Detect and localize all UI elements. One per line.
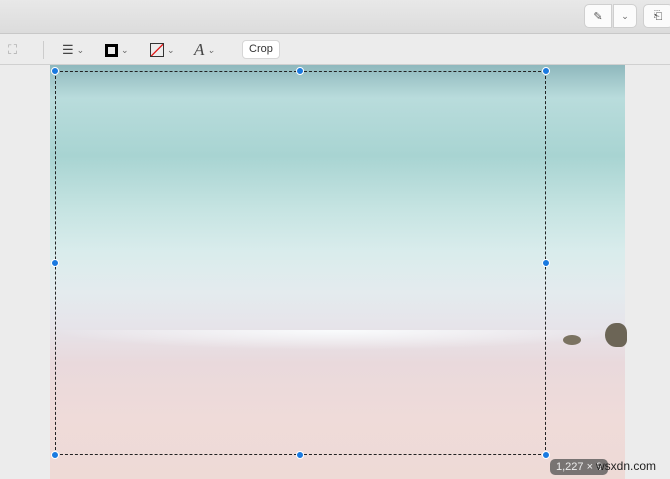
- pen-icon: ✎: [593, 10, 603, 23]
- handle-top[interactable]: [296, 67, 304, 75]
- rock: [605, 323, 627, 347]
- rotate-icon: ⎗: [653, 9, 663, 22]
- border-color-icon: [105, 43, 118, 57]
- fill-color-button[interactable]: ⌄: [150, 40, 175, 60]
- chevron-down-icon: ⌄: [121, 44, 129, 55]
- adjust-size-button[interactable]: ⛶: [8, 40, 17, 60]
- markup-pen-button[interactable]: ✎: [584, 4, 612, 28]
- divider: [43, 41, 44, 59]
- handle-bottom-right[interactable]: [542, 451, 550, 459]
- handle-bottom-left[interactable]: [51, 451, 59, 459]
- chevron-down-icon: ⌄: [621, 10, 629, 21]
- chevron-down-icon: ⌄: [167, 44, 175, 55]
- markup-dropdown-button[interactable]: ⌄: [613, 4, 637, 28]
- chevron-down-icon: ⌄: [207, 44, 215, 55]
- border-color-button[interactable]: ⌄: [105, 40, 129, 60]
- crop-button[interactable]: Crop: [242, 40, 280, 59]
- markup-toolbar: ⛶ ☰ ⌄ ⌄ ⌄ A ⌄: [0, 34, 670, 65]
- handle-top-left[interactable]: [51, 67, 59, 75]
- handle-bottom[interactable]: [296, 451, 304, 459]
- handle-left[interactable]: [51, 259, 59, 267]
- title-toolbar: ✎ ⌄ ⎗: [0, 0, 670, 34]
- shape-style-button[interactable]: ☰ ⌄: [62, 40, 84, 60]
- rotate-button[interactable]: ⎗: [643, 4, 670, 28]
- chevron-down-icon: ⌄: [76, 44, 85, 55]
- text-style-button[interactable]: A ⌄: [194, 40, 215, 60]
- crop-selection[interactable]: [55, 71, 546, 455]
- watermark: wsxdn.com: [596, 459, 657, 473]
- lines-icon: ☰: [62, 42, 74, 57]
- handle-top-right[interactable]: [542, 67, 550, 75]
- font-icon: A: [194, 40, 205, 59]
- no-fill-icon: [150, 43, 164, 57]
- resize-icon: ⛶: [8, 42, 18, 57]
- rock: [563, 335, 581, 345]
- handle-right[interactable]: [542, 259, 550, 267]
